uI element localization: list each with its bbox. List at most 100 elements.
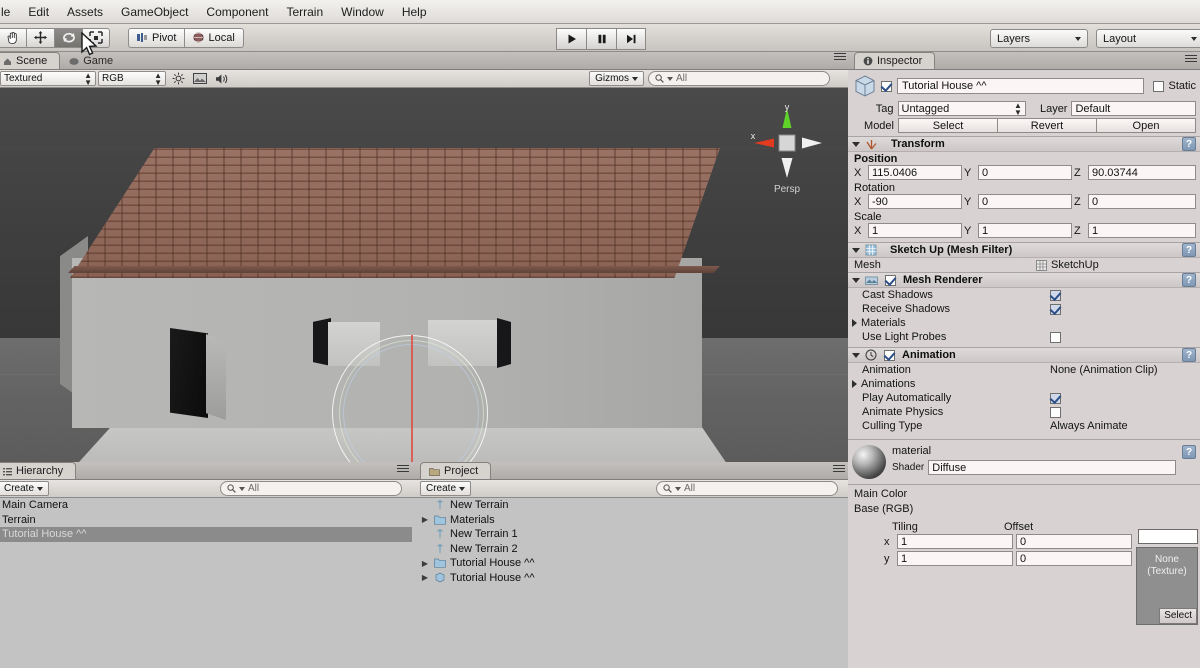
menu-item-component[interactable]: Component	[197, 2, 277, 22]
tiling-y-input[interactable]: 1	[897, 551, 1013, 566]
play-automatically-checkbox[interactable]	[1050, 392, 1061, 404]
hierarchy-item-tutorial-house[interactable]: Tutorial House ^^	[0, 527, 412, 542]
main-color-swatch[interactable]	[1138, 529, 1198, 544]
foldout-icon[interactable]	[852, 319, 857, 327]
use-light-probes-checkbox[interactable]	[1050, 331, 1061, 343]
offset-y-input[interactable]: 0	[1016, 551, 1132, 566]
help-icon[interactable]: ?	[1182, 445, 1196, 459]
scale-tool-button[interactable]	[82, 27, 110, 48]
tab-scene[interactable]: Scene	[0, 52, 61, 69]
tag-dropdown[interactable]: Untagged ▲ ▼	[897, 101, 1026, 116]
layer-dropdown[interactable]: Default	[1071, 101, 1196, 116]
pivot-toggle-button[interactable]: Pivot	[128, 27, 185, 48]
project-item-new-terrain-1[interactable]: New Terrain 1	[418, 527, 848, 542]
foldout-icon[interactable]	[852, 380, 857, 388]
scene-panel-menu-button[interactable]	[834, 53, 846, 62]
twisty[interactable]: ▶	[420, 573, 430, 582]
base-texture-slot[interactable]: None (Texture) Select	[1136, 547, 1198, 625]
project-list[interactable]: New Terrain ▶ Materials New Terrain 1 Ne…	[412, 498, 848, 668]
receive-shadows-row[interactable]: Receive Shadows	[848, 302, 1200, 316]
menu-item-file[interactable]: le	[0, 2, 19, 22]
rotation-z-input[interactable]: 0	[1088, 194, 1196, 209]
scene-search-input[interactable]: All	[648, 71, 830, 86]
scale-x-input[interactable]: 1	[868, 223, 962, 238]
menu-item-help[interactable]: Help	[393, 2, 436, 22]
play-button[interactable]	[556, 28, 586, 50]
rotation-x-input[interactable]: -90	[868, 194, 962, 209]
menu-item-edit[interactable]: Edit	[19, 2, 58, 22]
menu-item-terrain[interactable]: Terrain	[277, 2, 332, 22]
rotation-y-input[interactable]: 0	[978, 194, 1072, 209]
mesh-renderer-enabled-checkbox[interactable]	[885, 274, 896, 286]
culling-type-row[interactable]: Culling Type Always Animate	[848, 419, 1200, 433]
layers-dropdown[interactable]: Layers	[990, 29, 1088, 48]
hand-tool-button[interactable]	[0, 27, 26, 48]
position-z-input[interactable]: 90.03744	[1088, 165, 1196, 180]
rotate-tool-button[interactable]	[54, 27, 82, 48]
offset-x-input[interactable]: 0	[1016, 534, 1132, 549]
menu-item-window[interactable]: Window	[332, 2, 393, 22]
mesh-filter-component-header[interactable]: Sketch Up (Mesh Filter) ?	[848, 242, 1200, 258]
foldout-icon[interactable]	[852, 352, 860, 358]
transform-component-header[interactable]: Transform ?	[848, 136, 1200, 152]
help-icon[interactable]: ?	[1182, 137, 1196, 151]
use-light-probes-row[interactable]: Use Light Probes	[848, 330, 1200, 344]
hierarchy-list[interactable]: Main Camera Terrain Tutorial House ^^	[0, 498, 412, 668]
tiling-x-input[interactable]: 1	[897, 534, 1013, 549]
twisty[interactable]: ▶	[420, 559, 430, 568]
help-icon[interactable]: ?	[1182, 243, 1196, 257]
tab-inspector[interactable]: Inspector	[854, 52, 936, 69]
animation-component-header[interactable]: Animation ?	[848, 347, 1200, 363]
project-item-new-terrain[interactable]: New Terrain	[418, 498, 848, 513]
mesh-row[interactable]: Mesh SketchUp	[848, 258, 1200, 272]
object-enabled-checkbox[interactable]	[881, 80, 892, 92]
help-icon[interactable]: ?	[1182, 348, 1196, 362]
gizmos-dropdown[interactable]: Gizmos	[589, 71, 644, 86]
project-panel-menu-button[interactable]	[833, 465, 845, 474]
hierarchy-item-terrain[interactable]: Terrain	[0, 513, 412, 528]
static-checkbox[interactable]	[1153, 80, 1165, 92]
project-item-materials[interactable]: ▶ Materials	[418, 513, 848, 528]
foldout-icon[interactable]	[852, 247, 860, 253]
hierarchy-panel-menu-button[interactable]	[397, 465, 409, 474]
project-search-input[interactable]: All	[656, 481, 838, 496]
foldout-icon[interactable]	[852, 141, 860, 147]
render-mode-dropdown[interactable]: RGB ▲ ▼	[98, 71, 166, 86]
position-y-input[interactable]: 0	[978, 165, 1072, 180]
shader-dropdown[interactable]: Diffuse	[928, 460, 1176, 475]
scale-z-input[interactable]: 1	[1088, 223, 1196, 238]
animate-physics-row[interactable]: Animate Physics	[848, 405, 1200, 419]
help-icon[interactable]: ?	[1182, 273, 1196, 287]
model-select-button[interactable]: Select	[898, 118, 998, 133]
menu-item-gameobject[interactable]: GameObject	[112, 2, 197, 22]
project-item-tutorial-house-prefab[interactable]: ▶ Tutorial House ^^	[418, 571, 848, 586]
tab-project[interactable]: Project	[420, 462, 492, 479]
project-item-tutorial-house-folder[interactable]: ▶ Tutorial House ^^	[418, 556, 848, 571]
hierarchy-search-input[interactable]: All	[220, 481, 402, 496]
foldout-icon[interactable]	[852, 277, 860, 283]
twisty[interactable]: ▶	[420, 515, 430, 524]
materials-row[interactable]: Materials	[848, 316, 1200, 330]
pause-button[interactable]	[586, 28, 616, 50]
tab-game[interactable]: Game	[60, 52, 126, 69]
scene-viewport[interactable]: y x Persp	[0, 88, 848, 462]
animation-clip-row[interactable]: Animation None (Animation Clip)	[848, 363, 1200, 377]
inspector-panel-menu-button[interactable]	[1185, 55, 1197, 64]
cast-shadows-row[interactable]: Cast Shadows	[848, 288, 1200, 302]
tab-hierarchy[interactable]: Hierarchy	[0, 462, 77, 479]
mesh-renderer-component-header[interactable]: Mesh Renderer ?	[848, 272, 1200, 288]
move-tool-button[interactable]	[26, 27, 54, 48]
lighting-toggle-button[interactable]	[168, 71, 188, 87]
hierarchy-create-button[interactable]: Create	[0, 481, 50, 496]
audio-toggle-button[interactable]	[212, 71, 232, 87]
animations-row[interactable]: Animations	[848, 377, 1200, 391]
project-item-new-terrain-2[interactable]: New Terrain 2	[418, 542, 848, 557]
scale-y-input[interactable]: 1	[978, 223, 1072, 238]
cast-shadows-checkbox[interactable]	[1050, 289, 1061, 301]
texture-select-button[interactable]: Select	[1159, 608, 1197, 624]
scene-view-axis-gizmo[interactable]: y x Persp	[746, 102, 828, 202]
project-create-button[interactable]: Create	[420, 481, 472, 496]
object-name-input[interactable]: Tutorial House ^^	[897, 78, 1145, 94]
position-x-input[interactable]: 115.0406	[868, 165, 962, 180]
model-revert-button[interactable]: Revert	[998, 118, 1097, 133]
